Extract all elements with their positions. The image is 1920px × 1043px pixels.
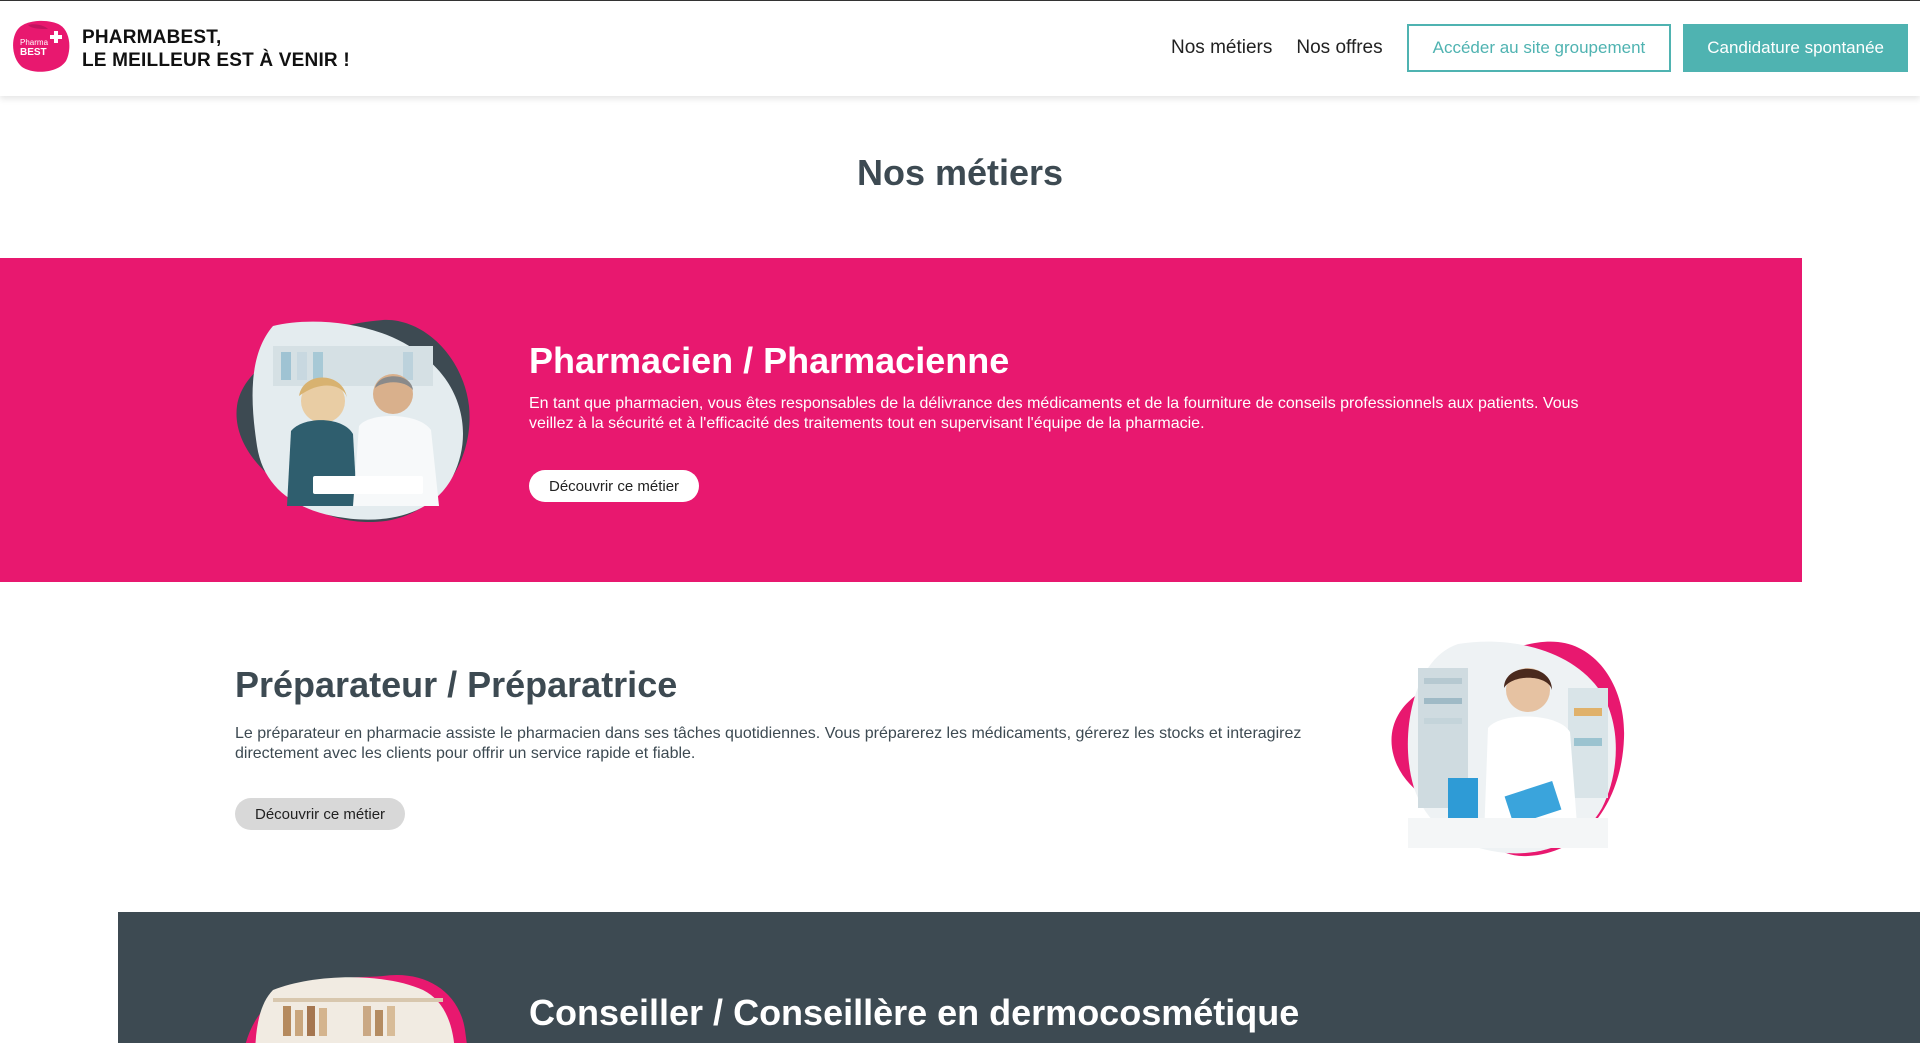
svg-text:BEST: BEST [20,47,47,58]
pharmacien-title: Pharmacien / Pharmacienne [529,340,1010,381]
site-header: Pharma BEST PHARMABEST, LE MEILLEUR EST … [0,0,1920,96]
pharmabest-logo[interactable]: Pharma BEST [10,19,72,73]
nav-nos-offres[interactable]: Nos offres [1296,37,1382,59]
job-section-pharmacien: Pharmacien / Pharmacienne En tant que ph… [0,258,1802,582]
page: Pharma BEST PHARMABEST, LE MEILLEUR EST … [0,0,1920,1043]
conseiller-title: Conseiller / Conseillère en dermocosméti… [529,992,1300,1033]
main-nav: Nos métiers Nos offres Accéder au site g… [1171,24,1908,72]
preparateur-description: Le préparateur en pharmacie assiste le p… [235,725,1302,762]
preparateur-photo [1391,641,1625,857]
page-title: Nos métiers [856,152,1064,193]
candidature-spontanee-button[interactable]: Candidature spontanée [1683,24,1908,72]
groupement-site-button[interactable]: Accéder au site groupement [1406,24,1672,72]
conseiller-photo [245,975,467,1043]
pharmacien-description: En tant que pharmacien, vous êtes respon… [529,395,1579,432]
job-section-preparateur: Préparateur / Préparatrice Le préparateu… [0,582,1920,912]
job-section-conseiller: Conseiller / Conseillère en dermocosméti… [118,912,1920,1043]
preparateur-discover-button[interactable]: Découvrir ce métier [235,798,406,830]
svg-text:Pharma: Pharma [20,38,49,47]
pharmacien-discover-button[interactable]: Découvrir ce métier [529,470,700,502]
brand-tagline: PHARMABEST, LE MEILLEUR EST À VENIR ! [82,26,350,72]
brand-line-1: PHARMABEST, [82,27,222,48]
pharmacien-photo [236,319,470,523]
nav-nos-metiers[interactable]: Nos métiers [1171,37,1272,59]
brand-line-2: LE MEILLEUR EST À VENIR ! [82,50,350,71]
preparateur-title: Préparateur / Préparatrice [235,664,678,705]
